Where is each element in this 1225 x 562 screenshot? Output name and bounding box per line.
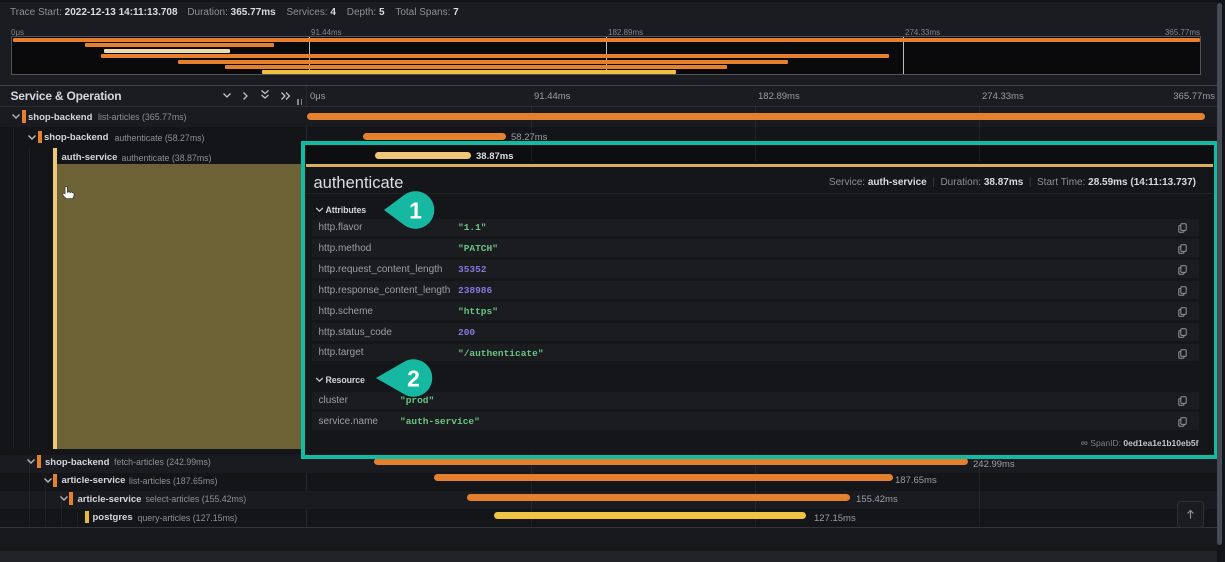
svg-text:2: 2 — [407, 366, 420, 392]
svg-text:1: 1 — [409, 198, 422, 224]
